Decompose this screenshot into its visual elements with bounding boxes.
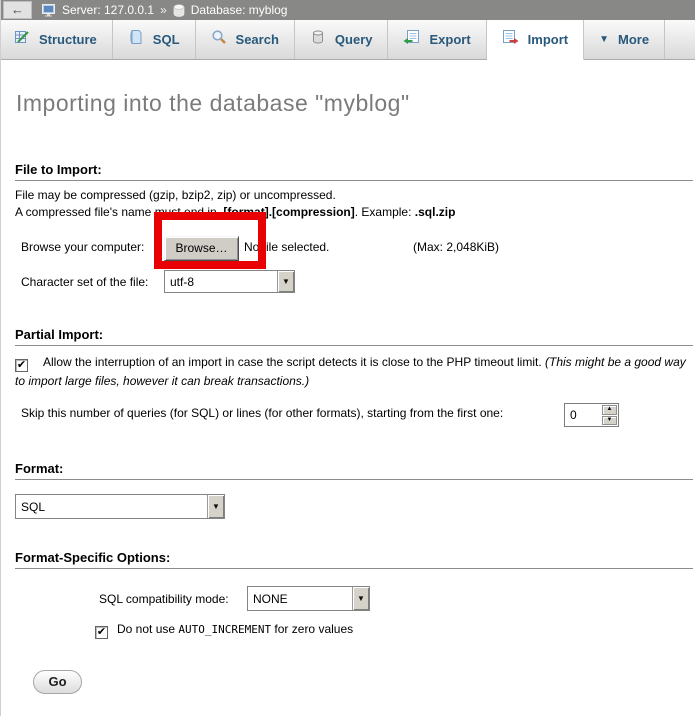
- chevron-down-icon[interactable]: ▼: [277, 271, 294, 292]
- tab-search[interactable]: Search: [196, 20, 295, 59]
- skip-queries-value: 0: [565, 404, 601, 426]
- tab-search-label: Search: [236, 32, 279, 47]
- charset-label: Character set of the file:: [21, 275, 148, 289]
- server-icon: [42, 4, 56, 17]
- chevron-down-icon[interactable]: ▼: [352, 587, 369, 610]
- tab-structure[interactable]: Structure: [1, 20, 113, 59]
- auto-increment-suffix: for zero values: [271, 622, 353, 636]
- tab-bar: Structure SQL Search: [1, 20, 695, 60]
- auto-increment-keyword: AUTO_INCREMENT: [178, 623, 271, 636]
- compression-info-line1: File may be compressed (gzip, bzip2, zip…: [15, 188, 336, 202]
- skip-queries-input[interactable]: 0 ▲ ▼: [564, 403, 619, 427]
- nav-panel-toggle-button[interactable]: ←: [3, 1, 32, 19]
- auto-increment-row: ✔ Do not use AUTO_INCREMENT for zero valu…: [95, 622, 353, 639]
- breadcrumb-server-link[interactable]: Server: 127.0.0.1: [62, 3, 154, 17]
- breadcrumb-bar: ← Server: 127.0.0.1 » Database: myblog: [1, 0, 695, 20]
- file-to-import-heading: File to Import:: [15, 162, 693, 181]
- format-select[interactable]: SQL ▼: [15, 494, 225, 519]
- spinner-down-icon[interactable]: ▼: [602, 416, 617, 426]
- tab-query[interactable]: Query: [295, 20, 389, 59]
- charset-select[interactable]: utf-8 ▼: [164, 270, 295, 293]
- annotation-highlight-rectangle: [154, 212, 266, 269]
- export-icon: [403, 29, 420, 50]
- skip-queries-label: Skip this number of queries (for SQL) or…: [21, 406, 503, 420]
- format-heading: Format:: [15, 461, 693, 480]
- tab-export-label: Export: [429, 32, 470, 47]
- breadcrumb-separator: »: [160, 3, 167, 17]
- line2-mid: . Example:: [355, 205, 415, 219]
- tab-sql[interactable]: SQL: [113, 20, 196, 59]
- query-database-icon: [310, 29, 326, 50]
- sql-icon: [128, 29, 144, 50]
- auto-increment-prefix: Do not use: [117, 622, 178, 636]
- tab-import[interactable]: Import: [487, 20, 584, 60]
- sql-compat-select-value: NONE: [248, 592, 352, 606]
- allow-interruption-text: Allow the interruption of an import in c…: [43, 355, 545, 369]
- database-icon: [173, 4, 185, 17]
- page-title: Importing into the database "myblog": [16, 90, 410, 117]
- max-upload-size-text: (Max: 2,048KiB): [413, 240, 499, 254]
- tab-more-label: More: [618, 32, 649, 47]
- tabbar-filler: [665, 20, 695, 59]
- auto-increment-checkbox[interactable]: ✔: [95, 626, 108, 639]
- tab-structure-label: Structure: [39, 32, 97, 47]
- format-specific-options-heading: Format-Specific Options:: [15, 550, 693, 569]
- go-button[interactable]: Go: [33, 670, 82, 694]
- sql-compat-select[interactable]: NONE ▼: [247, 586, 370, 611]
- browse-computer-label: Browse your computer:: [21, 240, 144, 254]
- structure-icon: [14, 29, 30, 50]
- breadcrumb-database-link[interactable]: Database: myblog: [191, 3, 288, 17]
- partial-import-row: ✔ Allow the interruption of an import in …: [15, 353, 691, 391]
- charset-select-value: utf-8: [165, 275, 277, 289]
- line2-example: .sql.zip: [415, 205, 456, 219]
- tab-sql-label: SQL: [153, 32, 180, 47]
- format-select-value: SQL: [16, 500, 207, 514]
- tab-export[interactable]: Export: [388, 20, 486, 59]
- tab-import-label: Import: [528, 32, 568, 47]
- tab-more[interactable]: ▼ More: [584, 20, 665, 59]
- sql-compat-label: SQL compatibility mode:: [99, 592, 229, 606]
- allow-interruption-checkbox[interactable]: ✔: [15, 359, 28, 372]
- spinner-up-icon[interactable]: ▲: [602, 405, 617, 415]
- spinner-buttons: ▲ ▼: [601, 404, 618, 426]
- partial-import-heading: Partial Import:: [15, 327, 693, 346]
- search-icon: [211, 29, 227, 50]
- more-dropdown-arrow-icon: ▼: [599, 34, 609, 45]
- chevron-down-icon[interactable]: ▼: [207, 495, 224, 518]
- import-icon: [502, 29, 519, 50]
- phpmyadmin-import-page: ← Server: 127.0.0.1 » Database: myblog: [0, 0, 695, 716]
- tab-query-label: Query: [335, 32, 373, 47]
